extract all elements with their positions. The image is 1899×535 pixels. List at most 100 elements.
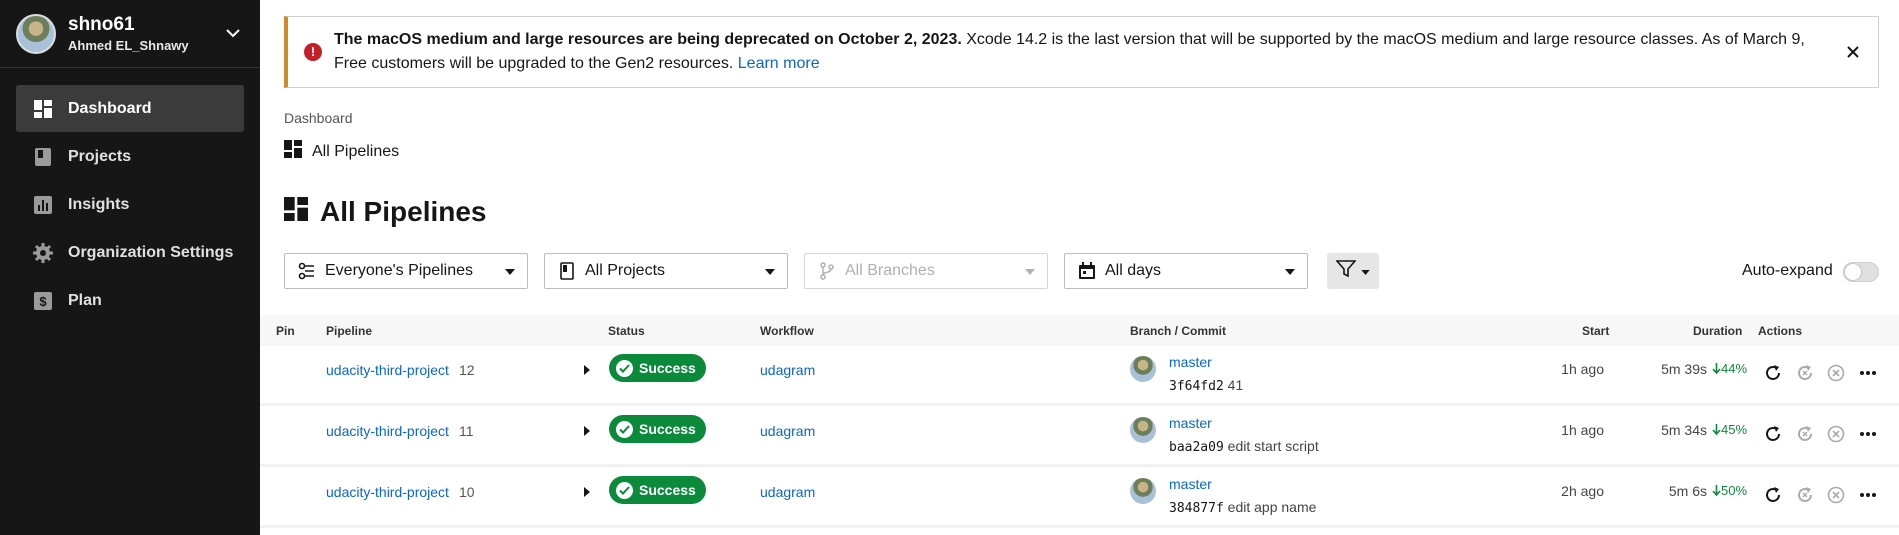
status-badge[interactable]: Success	[609, 354, 706, 382]
rerun-failed-icon	[1795, 485, 1815, 505]
caret-down-icon	[765, 262, 775, 280]
check-icon	[616, 359, 633, 377]
caret-down-icon	[1285, 262, 1295, 280]
column-header-status: Status	[608, 324, 645, 338]
start-time: 1h ago	[1561, 422, 1604, 438]
status-label: Success	[639, 482, 696, 498]
account-info: shno61 Ahmed EL_Shnawy	[68, 14, 222, 53]
start-time: 2h ago	[1561, 483, 1604, 499]
column-header-start: Start	[1582, 324, 1610, 338]
column-header-duration: Duration	[1693, 324, 1743, 338]
rerun-icon[interactable]	[1763, 363, 1783, 383]
expand-caret-icon[interactable]	[583, 424, 595, 438]
arrow-down-icon	[1712, 485, 1721, 496]
pipeline-link[interactable]: udacity-third-project	[326, 484, 449, 500]
arrow-down-icon	[1712, 363, 1721, 374]
more-icon[interactable]	[1858, 485, 1878, 505]
commit-hash[interactable]: baa2a09	[1169, 440, 1224, 455]
sidebar-item-label: Organization Settings	[68, 243, 234, 261]
expand-caret-icon[interactable]	[583, 485, 595, 499]
close-icon[interactable]	[1842, 41, 1864, 63]
gear-icon	[33, 242, 53, 263]
duration: 5m 34s	[1661, 422, 1707, 438]
sidebar-item-label: Dashboard	[68, 99, 152, 117]
projects-filter-select[interactable]: All Projects	[544, 253, 788, 289]
sidebar-item-label: Projects	[68, 147, 132, 165]
auto-expand-toggle[interactable]	[1843, 262, 1879, 282]
sidebar-item-projects[interactable]: Projects	[16, 133, 244, 180]
caret-down-icon	[1025, 262, 1035, 280]
start-time: 1h ago	[1561, 361, 1604, 377]
pipeline-link[interactable]: udacity-third-project	[326, 423, 449, 439]
workflow-link[interactable]: udagram	[760, 423, 815, 439]
column-header-pipeline: Pipeline	[326, 324, 373, 338]
commit-hash[interactable]: 384877f	[1169, 501, 1224, 516]
branch-link[interactable]: master	[1169, 415, 1212, 431]
sidebar-item-dashboard[interactable]: Dashboard	[16, 85, 244, 132]
sidebar-item-label: Insights	[68, 195, 130, 213]
more-icon[interactable]	[1858, 424, 1878, 444]
commit-info: 3f64fd2 41	[1169, 377, 1243, 394]
workflow-link[interactable]: udagram	[760, 362, 815, 378]
auto-expand-label: Auto-expand	[1742, 262, 1833, 279]
breadcrumb[interactable]: Dashboard	[284, 110, 353, 126]
commit-message: edit app name	[1223, 499, 1317, 515]
svg-text:$: $	[39, 294, 47, 309]
check-icon	[616, 420, 633, 438]
branch-link[interactable]: master	[1169, 476, 1212, 492]
check-icon	[616, 481, 633, 499]
status-label: Success	[639, 421, 696, 437]
expand-caret-icon[interactable]	[583, 363, 595, 377]
duration-change: 44%	[1712, 361, 1747, 376]
workflow-link[interactable]: udagram	[760, 484, 815, 500]
banner-bold-text: The macOS medium and large resources are…	[334, 31, 962, 48]
projects-filter-value: All Projects	[585, 262, 666, 279]
chevron-down-icon[interactable]	[222, 23, 244, 45]
cancel-icon	[1826, 485, 1846, 505]
rerun-icon[interactable]	[1763, 485, 1783, 505]
rerun-failed-icon	[1795, 363, 1815, 383]
duration-change: 45%	[1712, 422, 1747, 437]
page-title-label: All Pipelines	[320, 196, 487, 227]
column-header-branch-commit: Branch / Commit	[1130, 324, 1227, 338]
pipelines-icon	[297, 261, 317, 281]
duration-change: 50%	[1712, 483, 1747, 498]
days-filter-select[interactable]: All days	[1064, 253, 1308, 289]
more-icon[interactable]	[1858, 363, 1878, 383]
rerun-failed-icon	[1795, 424, 1815, 444]
sidebar-item-plan[interactable]: $ Plan	[16, 277, 244, 324]
caret-down-icon	[1361, 262, 1370, 280]
sidebar-item-organization-settings[interactable]: Organization Settings	[16, 229, 244, 276]
advanced-filter-button[interactable]	[1327, 253, 1379, 289]
learn-more-link[interactable]: Learn more	[738, 55, 820, 72]
dashboard-icon	[284, 140, 302, 163]
caret-down-icon	[505, 262, 515, 280]
sidebar: shno61 Ahmed EL_Shnawy Dashboard Project…	[0, 0, 260, 535]
pipeline-link[interactable]: udacity-third-project	[326, 362, 449, 378]
commit-message: 41	[1223, 377, 1244, 393]
branch-link[interactable]: master	[1169, 354, 1212, 370]
branch-icon	[817, 261, 837, 281]
pipelines-filter-select[interactable]: Everyone's Pipelines	[284, 253, 528, 289]
insights-icon	[33, 195, 53, 215]
status-badge[interactable]: Success	[609, 415, 706, 443]
error-icon: !	[304, 43, 322, 61]
commit-info: 384877f edit app name	[1169, 499, 1316, 516]
sidebar-item-insights[interactable]: Insights	[16, 181, 244, 228]
rerun-icon[interactable]	[1763, 424, 1783, 444]
filter-bar: Everyone's Pipelines All Projects All Br…	[284, 253, 1324, 289]
status-label: Success	[639, 360, 696, 376]
arrow-down-icon	[1712, 424, 1721, 435]
branches-filter-select: All Branches	[804, 253, 1048, 289]
commit-hash[interactable]: 3f64fd2	[1169, 379, 1224, 394]
duration: 5m 6s	[1668, 483, 1707, 499]
commit-message: edit start script	[1223, 438, 1319, 454]
dashboard-icon	[284, 196, 308, 228]
status-badge[interactable]: Success	[609, 476, 706, 504]
account-switcher[interactable]: shno61 Ahmed EL_Shnawy	[0, 0, 260, 68]
pipeline-number: 10	[459, 484, 475, 500]
column-header-actions: Actions	[1758, 324, 1803, 338]
account-username: Ahmed EL_Shnawy	[68, 38, 189, 53]
cancel-icon	[1826, 363, 1846, 383]
avatar	[1130, 478, 1156, 504]
